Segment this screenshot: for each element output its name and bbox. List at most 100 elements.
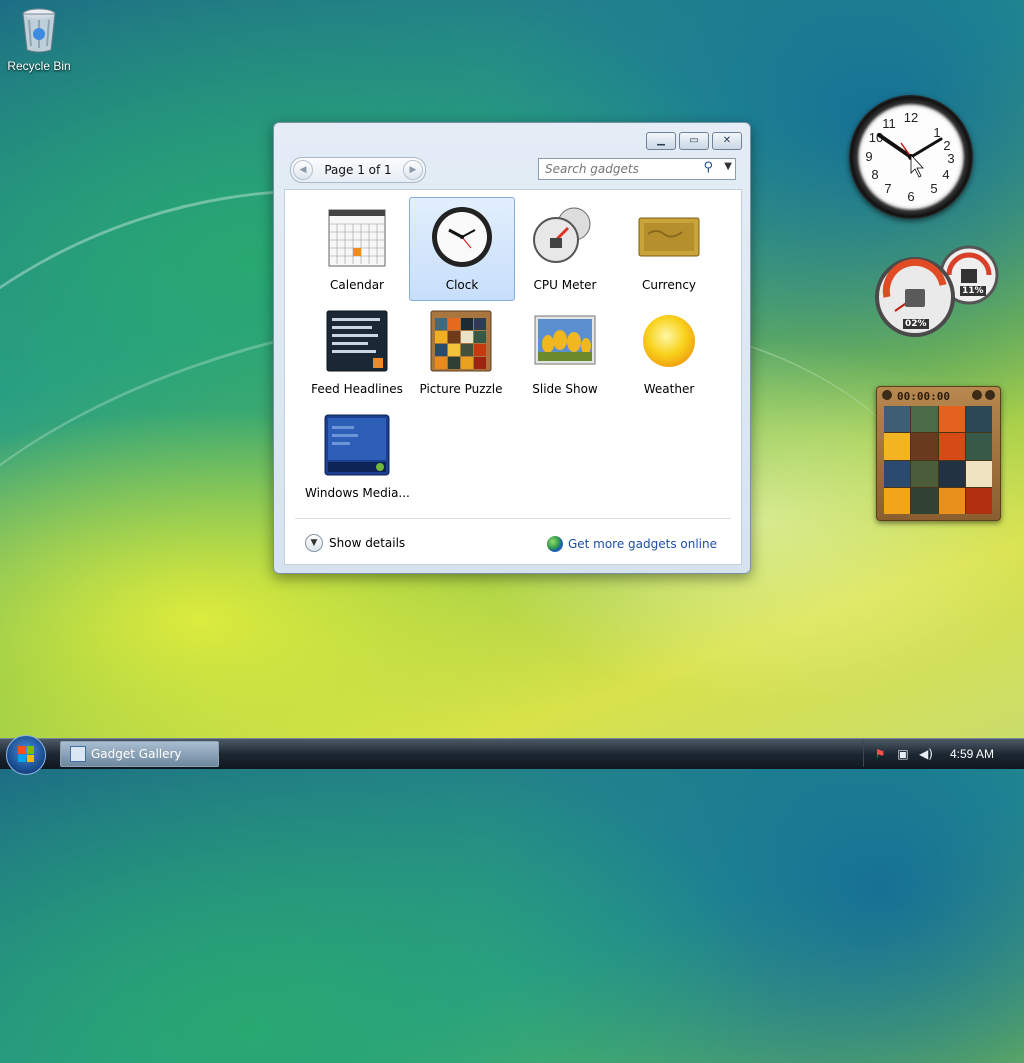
picture-puzzle-gadget[interactable]: 00:00:00: [876, 386, 1001, 521]
puzzle-toolbar: 00:00:00: [877, 387, 1000, 405]
show-details-label: Show details: [329, 536, 406, 550]
clock-icon: [432, 207, 492, 267]
globe-icon: [546, 536, 563, 552]
gadget-label: Feed Headlines: [311, 382, 403, 396]
search-input[interactable]: [543, 161, 697, 177]
weather-icon: [643, 315, 695, 367]
gadget-label: Currency: [641, 278, 697, 292]
svg-text:7: 7: [884, 181, 891, 196]
chevron-right-icon: ▶: [409, 165, 417, 175]
svg-text:9: 9: [865, 149, 872, 164]
gadget-label: Clock: [445, 278, 479, 292]
chevron-left-icon: ◀: [299, 165, 307, 175]
security-alert-icon[interactable]: ⚑: [873, 747, 887, 761]
gadget-tile-windows-media[interactable]: Windows Media...: [305, 406, 410, 508]
puzzle-tile[interactable]: [911, 406, 938, 433]
puzzle-tile[interactable]: [911, 487, 938, 514]
windows-logo-icon: [18, 746, 34, 762]
volume-icon[interactable]: ◀): [919, 747, 933, 761]
puzzle-timer: 00:00:00: [897, 390, 950, 403]
gadget-label: Weather: [643, 382, 695, 396]
recycle-bin-label: Recycle Bin: [7, 59, 71, 73]
svg-text:3: 3: [947, 151, 954, 166]
svg-text:6: 6: [907, 189, 914, 204]
puzzle-tile[interactable]: [965, 406, 992, 433]
svg-text:11: 11: [882, 116, 896, 131]
maximize-icon: ▭: [689, 135, 699, 146]
timer-icon: [882, 390, 892, 400]
puzzle-tile[interactable]: [938, 460, 965, 487]
window-controls: ▁ ▭ ✕: [643, 132, 742, 150]
puzzle-tile[interactable]: [911, 460, 938, 487]
puzzle-tile[interactable]: [911, 433, 938, 460]
gadget-tile-cpu-meter[interactable]: CPU Meter: [513, 198, 617, 300]
search-dropdown-icon[interactable]: ▼: [724, 161, 732, 172]
puzzle-tile[interactable]: [884, 433, 911, 460]
cpu-percent-label: 02%: [903, 319, 929, 329]
slide-show-icon: [534, 315, 596, 365]
close-button[interactable]: ✕: [712, 132, 742, 150]
prev-page-button[interactable]: ◀: [293, 160, 313, 180]
puzzle-grid: [884, 406, 992, 514]
svg-text:12: 12: [904, 110, 918, 125]
gadget-tile-currency[interactable]: Currency: [617, 198, 721, 300]
gadget-gallery-icon: [70, 746, 86, 762]
puzzle-tile[interactable]: [884, 406, 911, 433]
chevron-down-icon: ▼: [305, 534, 323, 552]
gadget-label: Slide Show: [532, 382, 598, 396]
taskbar-button-gadget-gallery[interactable]: Gadget Gallery: [60, 741, 219, 767]
gadget-tile-weather[interactable]: Weather: [617, 302, 721, 404]
memory-percent-label: 11%: [960, 286, 986, 296]
recycle-bin[interactable]: Recycle Bin: [6, 6, 72, 73]
taskbar: Gadget Gallery ⚑ ▣ ◀) 4:59 AM: [0, 735, 1024, 775]
gadget-label: CPU Meter: [533, 278, 597, 292]
calendar-icon: [328, 209, 386, 267]
puzzle-tile[interactable]: [938, 433, 965, 460]
search-icon[interactable]: ⚲: [703, 160, 713, 175]
puzzle-tile[interactable]: [884, 460, 911, 487]
currency-icon: [638, 217, 700, 257]
minimize-button[interactable]: ▁: [646, 132, 676, 150]
puzzle-tile[interactable]: [965, 487, 992, 514]
taskbar-button-label: Gadget Gallery: [91, 747, 182, 761]
system-tray: ⚑ ▣ ◀) 4:59 AM: [863, 740, 1024, 767]
maximize-button[interactable]: ▭: [679, 132, 709, 150]
feed-headlines-icon: [326, 310, 388, 372]
puzzle-tile[interactable]: [938, 487, 965, 514]
gadget-panel: Calendar Clock CPU Meter Currency Feed H…: [284, 189, 742, 565]
gadget-tile-feed-headlines[interactable]: Feed Headlines: [305, 302, 409, 404]
gadget-label: Windows Media...: [305, 486, 410, 500]
next-page-button[interactable]: ▶: [403, 160, 423, 180]
gadget-tile-picture-puzzle[interactable]: Picture Puzzle: [409, 302, 513, 404]
get-more-gadgets-label: Get more gadgets online: [567, 537, 717, 551]
svg-text:5: 5: [930, 181, 937, 196]
svg-text:8: 8: [871, 167, 878, 182]
recycle-bin-icon: [22, 8, 56, 53]
windows-media-icon: [324, 414, 390, 476]
page-label: Page 1 of 1: [324, 163, 392, 177]
puzzle-tile[interactable]: [884, 487, 911, 514]
cpu-meter-gadget[interactable]: 02% 11%: [875, 245, 1000, 340]
show-details-button[interactable]: ▼ Show details: [305, 534, 405, 552]
help-icon[interactable]: [972, 390, 982, 400]
search-box: ⚲ ▼: [538, 158, 736, 180]
gadget-tile-slide-show[interactable]: Slide Show: [513, 302, 617, 404]
tray-clock[interactable]: 4:59 AM: [950, 747, 994, 761]
gadget-label: Picture Puzzle: [419, 382, 503, 396]
puzzle-tile[interactable]: [965, 433, 992, 460]
cpu-meter-icon: [533, 207, 591, 263]
close-icon: ✕: [722, 135, 732, 146]
gadget-tile-clock[interactable]: Clock: [409, 197, 515, 301]
gadget-gallery-window: ▁ ▭ ✕ ◀ Page 1 of 1 ▶ ⚲ ▼: [273, 122, 751, 574]
puzzle-tile[interactable]: [965, 460, 992, 487]
network-icon[interactable]: ▣: [896, 747, 910, 761]
gadget-tile-calendar[interactable]: Calendar: [305, 198, 409, 300]
clock-gadget[interactable]: 123 456 789 10 11 12: [849, 95, 973, 219]
clock-face-icon: 123 456 789 1011 12: [865, 110, 954, 204]
gadget-label: Calendar: [330, 278, 384, 292]
get-more-gadgets-link[interactable]: Get more gadgets online: [546, 536, 717, 552]
puzzle-tile[interactable]: [938, 406, 965, 433]
picture-puzzle-icon: [430, 310, 492, 372]
shuffle-icon[interactable]: [985, 390, 995, 400]
start-button[interactable]: [6, 735, 46, 775]
